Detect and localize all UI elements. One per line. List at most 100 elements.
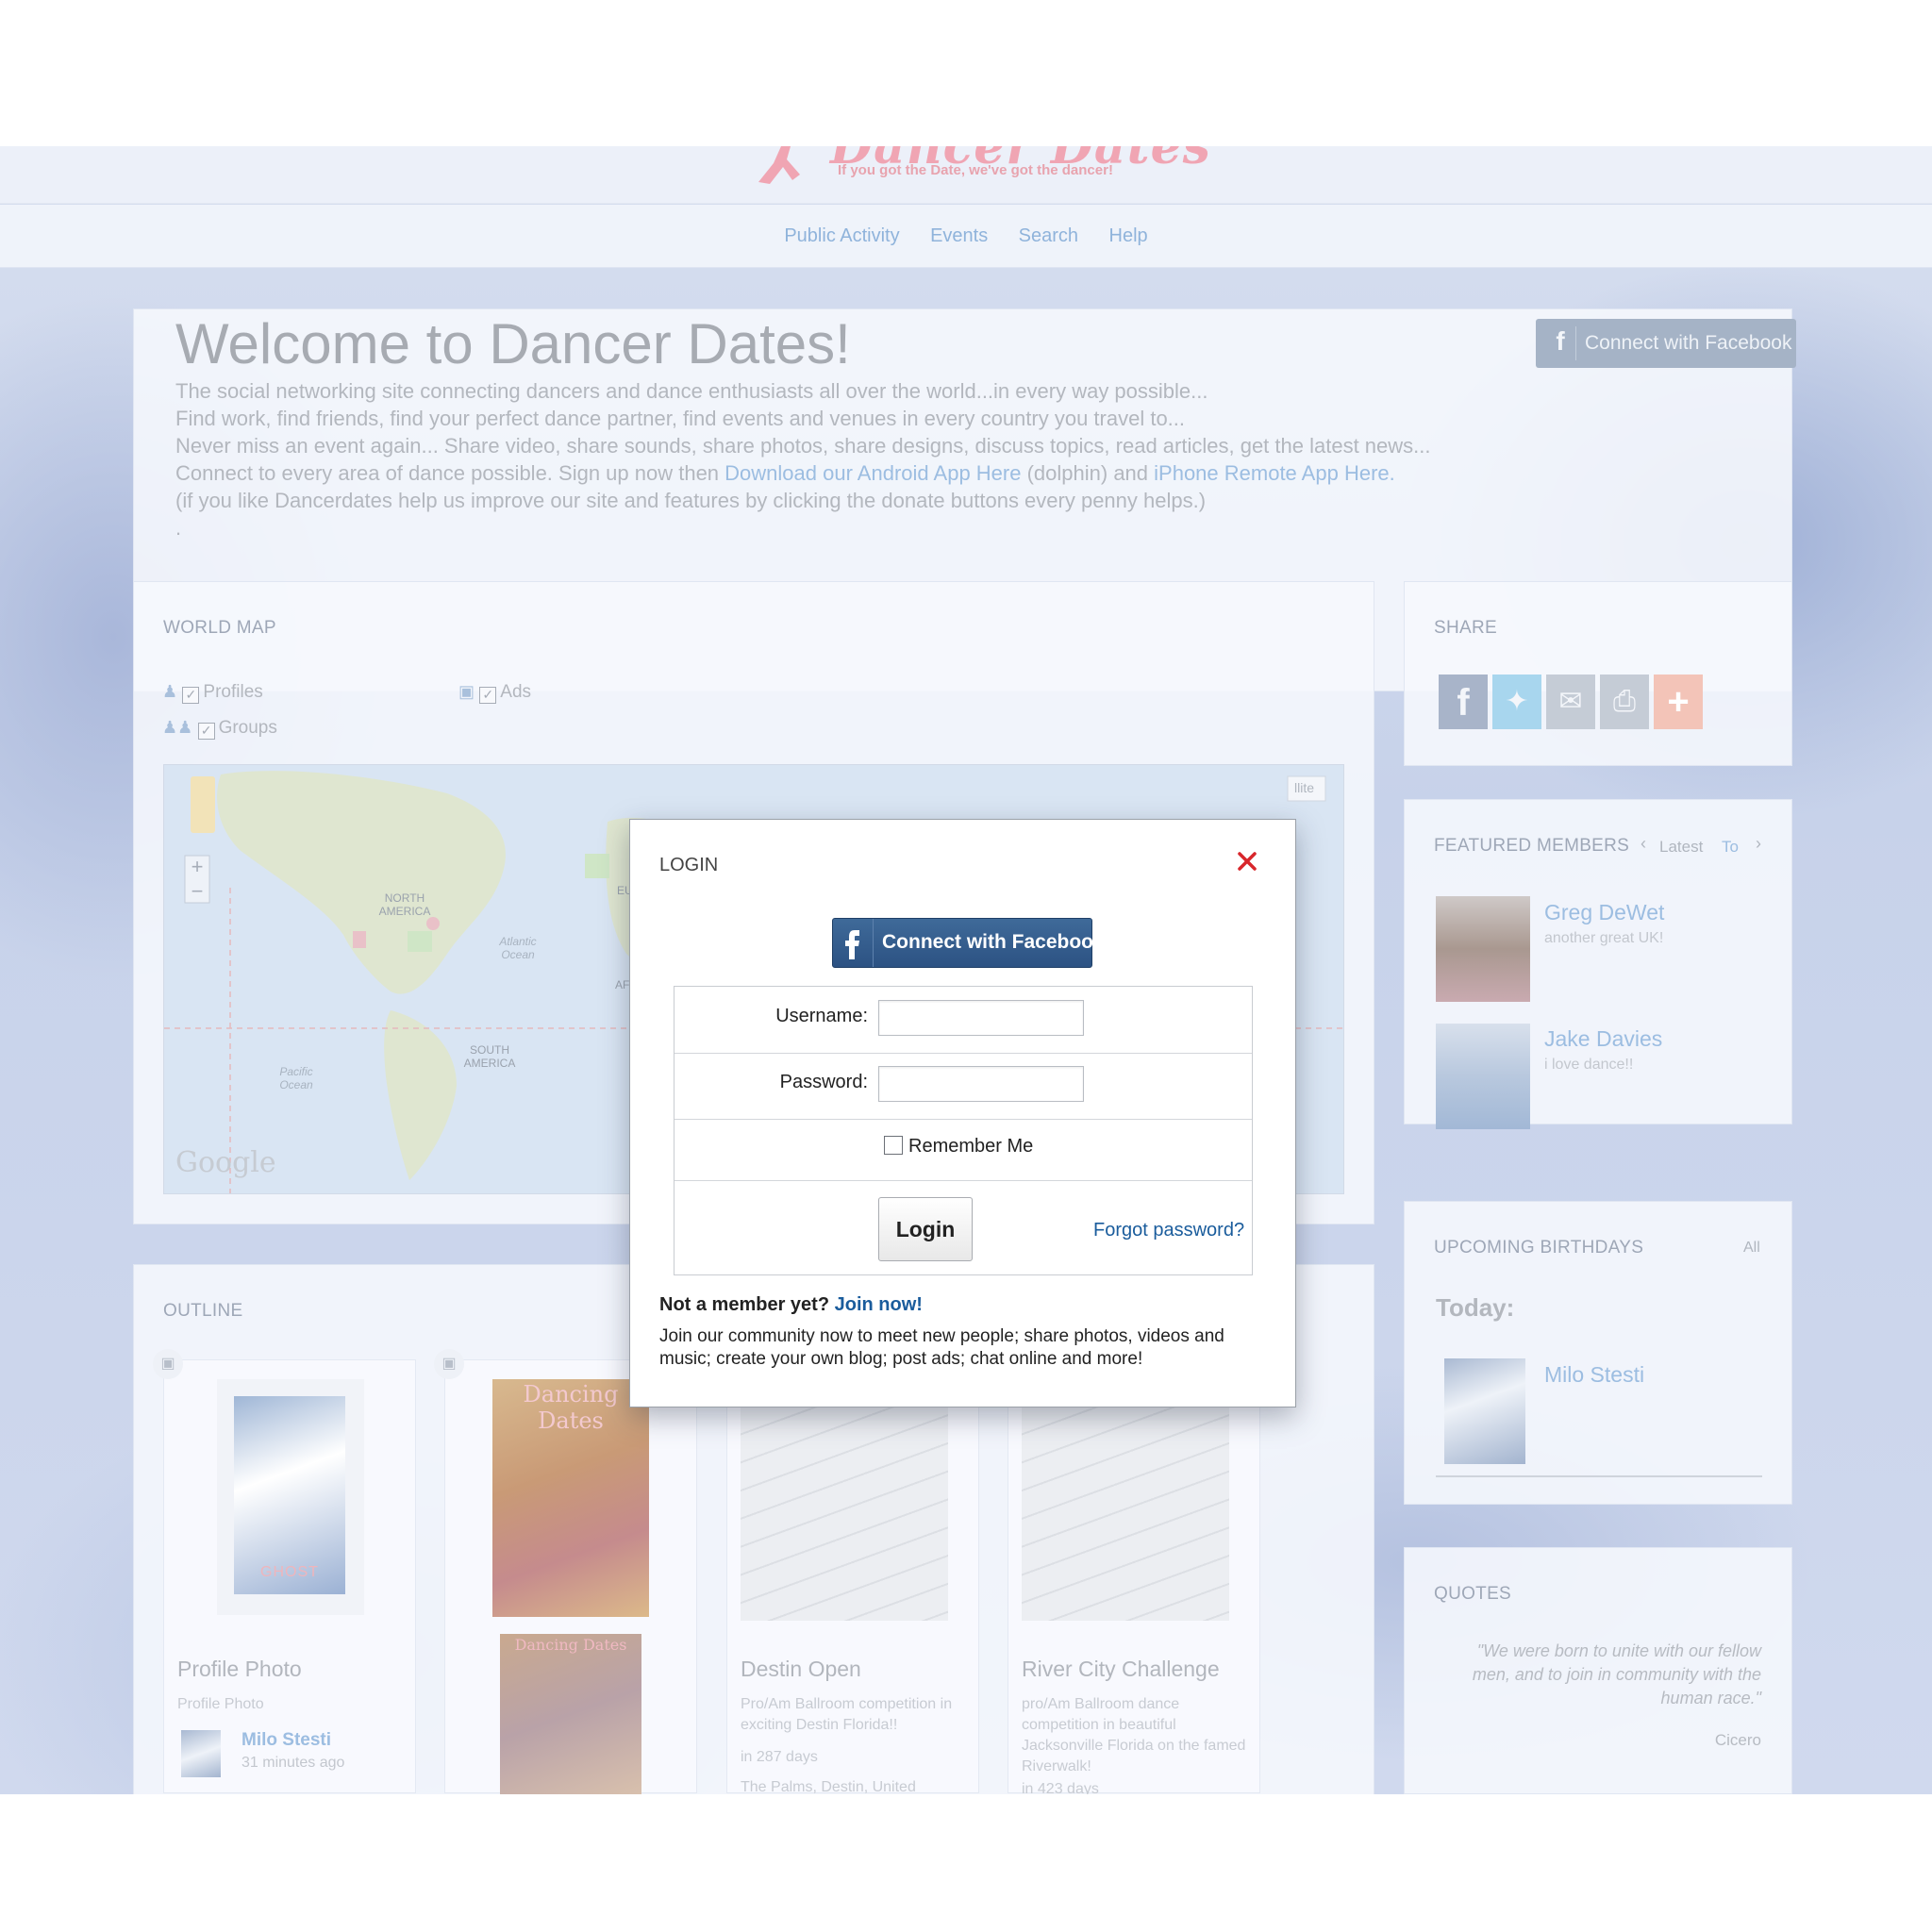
facebook-connect-button-bg[interactable]: f Connect with Facebook (1536, 319, 1796, 368)
share-icons: f ✦ ✉ ⎙ + (1439, 675, 1722, 729)
welcome-line: . (175, 516, 182, 540)
poster-thumbnail[interactable]: GHOST (217, 1379, 364, 1615)
quotes-panel: QUOTES "We were born to unite with our f… (1404, 1547, 1792, 1794)
nav-public-activity[interactable]: Public Activity (784, 225, 899, 247)
login-button[interactable]: Login (878, 1197, 973, 1261)
featured-tab-latest[interactable]: Latest (1659, 838, 1703, 857)
divider (675, 1119, 1252, 1120)
filter-label: Profiles (203, 682, 263, 702)
facebook-connect-label: Connect with Facebook (882, 931, 1105, 953)
filter-ads[interactable]: ▣ ✓ Ads (458, 682, 531, 704)
divider (675, 1053, 1252, 1054)
iphone-app-link[interactable]: iPhone Remote App Here. (1154, 461, 1395, 485)
ads-checkbox[interactable]: ✓ (479, 687, 497, 704)
featured-next-icon[interactable]: › (1756, 834, 1761, 854)
map-zoom-in-button[interactable]: + (185, 856, 209, 878)
android-app-link[interactable]: Download our Android App Here (724, 461, 1021, 485)
outline-card[interactable]: ▣ Dancing Dates Dancing Dates (434, 1349, 697, 1794)
quote-author: Cicero (1714, 1731, 1761, 1749)
featured-title: FEATURED MEMBERS (1434, 836, 1630, 856)
calendar-thumbnail[interactable] (741, 1379, 948, 1621)
join-now-link[interactable]: Join now! (835, 1294, 923, 1315)
poster-thumbnail[interactable]: Dancing Dates (500, 1634, 641, 1794)
quotes-title: QUOTES (1434, 1584, 1512, 1604)
outline-card[interactable]: ▣ GHOST Profile Photo Profile Photo Milo… (153, 1349, 416, 1793)
nav-search[interactable]: Search (1019, 225, 1078, 247)
member-note: another great UK! (1544, 930, 1664, 946)
nav-events[interactable]: Events (930, 225, 988, 247)
email-icon[interactable]: ✉ (1546, 675, 1595, 729)
login-form: Username: Password: Remember Me Login Fo… (674, 986, 1253, 1275)
quote-text: "We were born to unite with our fellow m… (1472, 1641, 1761, 1707)
outline-cards: ▣ GHOST Profile Photo Profile Photo Milo… (153, 1349, 1342, 1794)
featured-tab-top[interactable]: To (1722, 838, 1739, 857)
world-map-title: WORLD MAP (163, 618, 276, 638)
welcome-line-text: Connect to every area of dance possible.… (175, 461, 725, 485)
nav-help[interactable]: Help (1109, 225, 1148, 247)
facebook-icon[interactable]: f (1439, 675, 1488, 729)
member-avatar[interactable] (1436, 896, 1530, 1002)
card-when: in 423 days (1022, 1781, 1099, 1794)
featured-prev-icon[interactable]: ‹ (1641, 834, 1646, 854)
welcome-text: The social networking site connecting da… (175, 377, 1430, 541)
share-title: SHARE (1434, 618, 1497, 638)
google-logo: Google (175, 1146, 276, 1179)
timestamp: 31 minutes ago (242, 1755, 345, 1771)
birthdays-all-link[interactable]: All (1743, 1240, 1760, 1257)
birthdays-panel: UPCOMING BIRTHDAYS All Today: Milo Stest… (1404, 1201, 1792, 1505)
remember-me-checkbox[interactable] (884, 1136, 903, 1155)
facebook-connect-button[interactable]: Connect with Facebook (832, 918, 1105, 968)
page-backdrop: Dancer Dates If you got the Date, we've … (0, 146, 1932, 1794)
print-icon[interactable]: ⎙ (1600, 675, 1649, 729)
password-field[interactable] (878, 1066, 1084, 1102)
close-icon[interactable] (1236, 850, 1258, 873)
password-label: Password: (779, 1072, 868, 1092)
map-label-north-america: NORTH AMERICA (378, 891, 431, 918)
outline-card[interactable]: ▦ Destin Open Pro/Am Ballroom competitio… (716, 1349, 979, 1794)
filter-label: Groups (218, 718, 277, 738)
poster-title: Dancing Dates (523, 1381, 619, 1434)
username-field[interactable] (878, 1000, 1084, 1036)
filter-groups[interactable]: ♟♟ ✓ Groups (162, 718, 277, 740)
filter-label: Ads (500, 682, 532, 702)
welcome-line: Connect to every area of dance possible.… (175, 459, 1430, 487)
divider (1436, 1475, 1762, 1477)
outline-card[interactable]: ▦ River City Challenge pro/Am Ballroom d… (997, 1349, 1260, 1794)
map-zoom-out-button[interactable]: − (185, 880, 209, 903)
divider (675, 1180, 1252, 1181)
member-avatar[interactable] (1436, 1024, 1530, 1129)
welcome-line: (if you like Dancerdates help us improve… (175, 489, 1207, 512)
member-name[interactable]: Jake Davies (1544, 1026, 1662, 1052)
map-type-satellite[interactable]: llite (1294, 780, 1314, 795)
remember-me[interactable]: Remember Me (884, 1136, 1033, 1158)
card-title[interactable]: Profile Photo (177, 1657, 302, 1682)
share-panel: SHARE f ✦ ✉ ⎙ + (1404, 581, 1792, 766)
forgot-password-link[interactable]: Forgot password? (1093, 1220, 1244, 1241)
card-title[interactable]: River City Challenge (1022, 1657, 1220, 1682)
birthday-person-name[interactable]: Milo Stesti (1544, 1362, 1644, 1388)
birthday-avatar[interactable] (1444, 1358, 1525, 1464)
facebook-icon (833, 919, 874, 967)
main-nav: Public Activity Events Search Help (0, 205, 1932, 268)
groups-checkbox[interactable]: ✓ (197, 723, 215, 740)
twitter-icon[interactable]: ✦ (1492, 675, 1541, 729)
poster-text: GHOST (260, 1564, 319, 1580)
card-title[interactable]: Destin Open (741, 1657, 861, 1682)
image-icon: ▣ (434, 1349, 464, 1379)
filter-profiles[interactable]: ♟ ✓ Profiles (162, 682, 263, 704)
user-avatar[interactable] (181, 1730, 221, 1777)
card-where: The Palms, Destin, United (741, 1779, 916, 1794)
welcome-title: Welcome to Dancer Dates! (175, 312, 851, 375)
modal-title: LOGIN (659, 855, 719, 875)
card-subtitle: Profile Photo (177, 1696, 264, 1712)
image-icon: ▣ (153, 1349, 183, 1379)
plus-icon[interactable]: + (1654, 675, 1703, 729)
poster-thumbnail[interactable]: Dancing Dates (492, 1379, 649, 1617)
calendar-thumbnail[interactable] (1022, 1379, 1229, 1621)
facebook-connect-label: Connect with Facebook (1585, 332, 1792, 354)
member-name[interactable]: Greg DeWet (1544, 900, 1664, 925)
profiles-checkbox[interactable]: ✓ (182, 687, 200, 704)
user-name[interactable]: Milo Stesti (242, 1730, 331, 1751)
card-description: Pro/Am Ballroom competition in exciting … (741, 1696, 953, 1733)
welcome-line: Never miss an event again... Share video… (175, 434, 1431, 458)
